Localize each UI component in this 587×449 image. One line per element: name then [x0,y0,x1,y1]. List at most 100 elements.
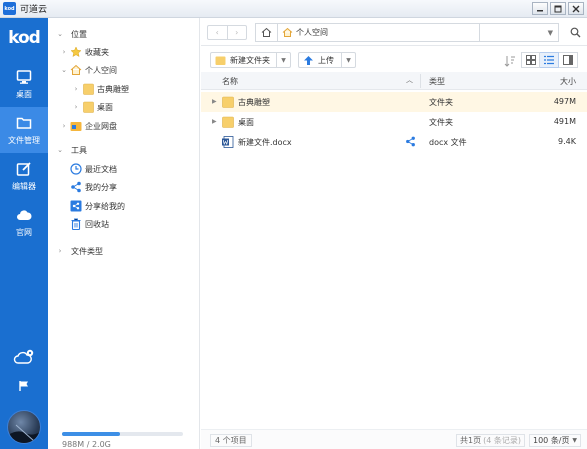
tree-item-recycle[interactable]: 回收站 [68,216,109,232]
tree-label: 个人空间 [85,65,117,75]
tree-section-file-types[interactable]: › 文件类型 [56,243,103,259]
tree-label: 回收站 [85,219,109,229]
forward-button[interactable]: › [226,26,247,39]
upload-icon [304,55,313,65]
tree-item-folder[interactable]: › 古典雕塑 [72,81,129,97]
sort-asc-icon[interactable]: ︿ [406,75,413,85]
search-button[interactable] [565,23,585,42]
chevron-right-icon[interactable]: › [60,122,68,130]
tree-label: 工具 [71,145,87,155]
home-folder-icon [282,27,293,37]
status-bar: 4 个项目 共1页 (4 条记录) 100 条/页 ▼ [201,429,587,449]
tree-item-my-share[interactable]: 我的分享 [68,179,117,195]
flag-icon[interactable] [0,380,48,392]
upload-button[interactable]: 上传 ▼ [298,52,356,68]
grid-view-icon[interactable] [521,52,540,68]
tree-label: 位置 [71,29,87,39]
nav-item-website[interactable]: 官网 [0,199,48,245]
close-icon[interactable] [568,2,584,15]
caret-down-icon[interactable]: ▼ [341,53,355,67]
folder-icon [16,117,32,129]
tree-label: 我的分享 [85,182,117,192]
file-row[interactable]: ▶ 桌面 文件夹 491M [201,112,587,132]
file-row[interactable]: ▶ 古典雕塑 文件夹 497M [201,92,587,112]
home-icon [70,64,82,76]
column-header-name[interactable]: 名称 [222,76,238,87]
nav-item-desktop[interactable]: 桌面 [0,61,48,107]
file-type: 文件夹 [429,118,453,127]
record-count: (4 条记录) [483,436,521,445]
new-folder-label: 新建文件夹 [230,55,270,65]
sort-icon[interactable] [504,55,516,67]
file-type: docx 文件 [429,138,467,147]
new-folder-button[interactable]: 新建文件夹 ▼ [210,52,291,68]
tree-item-personal-space[interactable]: ⌄ 个人空间 [60,62,117,78]
tree-item-enterprise[interactable]: › 企业网盘 [60,118,117,134]
maximize-icon[interactable] [550,2,566,15]
window-title: 可道云 [20,5,48,15]
home-button[interactable] [256,24,278,41]
nav-item-editor[interactable]: 编辑器 [0,153,48,199]
chevron-down-icon[interactable]: ⌄ [56,30,64,38]
window-titlebar: kod 可道云 [0,0,587,18]
file-name[interactable]: 桌面 [238,117,254,128]
column-divider[interactable] [420,74,421,88]
tree-item-folder[interactable]: › 桌面 [72,99,113,115]
file-size: 491M [553,117,576,126]
chevron-right-icon[interactable]: › [60,48,68,56]
file-name[interactable]: 新建文件.docx [238,137,292,148]
view-mode-switch [521,52,578,68]
path-box[interactable]: 个人空间 [255,23,480,42]
expand-icon[interactable]: ▶ [212,98,217,105]
page-size-select[interactable]: 100 条/页 ▼ [529,434,581,447]
tree-section-tools[interactable]: ⌄ 工具 [56,142,87,158]
tree-item-recent[interactable]: 最近文档 [68,161,117,177]
tree-label: 企业网盘 [85,121,117,131]
column-header-type[interactable]: 类型 [429,76,445,87]
file-row[interactable]: 新建文件.docx docx 文件 9.4K [201,132,587,152]
file-size: 9.4K [558,137,576,146]
back-button[interactable]: ‹ [208,26,227,39]
breadcrumb[interactable]: 个人空间 [282,27,328,38]
chevron-right-icon[interactable]: › [56,247,64,255]
upload-label: 上传 [318,55,334,65]
tree-item-favorites[interactable]: › 收藏夹 [60,44,109,60]
shared-with-me-icon [70,200,82,212]
caret-down-icon: ▼ [572,437,577,444]
pagination-info[interactable]: 共1页 (4 条记录) [456,434,525,447]
caret-down-icon[interactable]: ▼ [276,53,290,67]
clock-icon [70,163,82,175]
chevron-down-icon[interactable]: ⌄ [56,146,64,154]
file-name[interactable]: 古典雕塑 [238,97,270,108]
nav-item-label: 文件管理 [8,135,40,145]
share-icon[interactable] [405,136,416,147]
address-bar: ‹ › 个人空间 ▼ [201,18,587,46]
file-list-header: 名称 ︿ 类型 大小 [201,72,587,90]
cloud-settings-icon[interactable] [0,348,48,366]
list-view-icon[interactable] [540,52,559,68]
storage-quota-bar [62,432,183,436]
avatar[interactable] [7,410,41,444]
minimize-icon[interactable] [532,2,548,15]
split-view-icon[interactable] [559,52,578,68]
folder-icon [82,83,94,95]
folder-icon [222,116,234,128]
nav-item-label: 桌面 [16,89,32,99]
cloud-icon [17,209,32,220]
path-dropdown[interactable]: ▼ [480,23,559,42]
tree-item-shared-with-me[interactable]: 分享给我的 [68,198,125,214]
breadcrumb-item[interactable]: 个人空间 [296,27,328,38]
tree-section-location[interactable]: ⌄ 位置 [56,26,87,42]
nav-item-files[interactable]: 文件管理 [0,107,48,153]
expand-icon[interactable]: ▶ [212,118,217,125]
toolbar: 新建文件夹 ▼ 上传 ▼ [201,46,587,72]
folder-icon [82,101,94,113]
tree-label: 古典雕塑 [97,84,129,94]
page-size-value: 100 条/页 [533,436,570,445]
item-count: 4 个项目 [210,434,252,447]
brand-logo[interactable]: kod [0,28,48,48]
chevron-right-icon[interactable]: › [72,103,80,111]
chevron-right-icon[interactable]: › [72,85,80,93]
chevron-down-icon[interactable]: ⌄ [60,66,68,74]
column-header-size[interactable]: 大小 [560,76,576,87]
